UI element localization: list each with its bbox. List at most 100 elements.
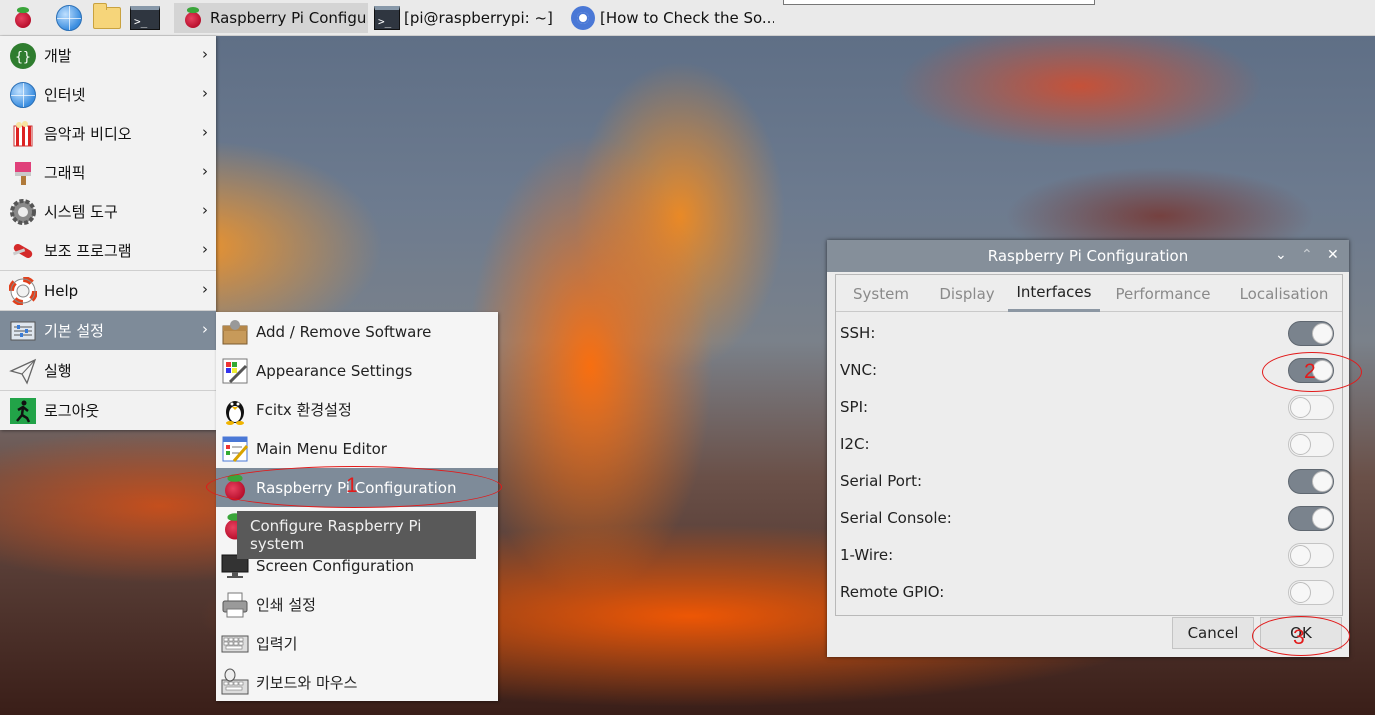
printer-icon: [220, 590, 250, 620]
programming-icon: {}: [8, 41, 38, 71]
submenu-item-print-settings[interactable]: 인쇄 설정: [216, 585, 498, 624]
paper-plane-icon: [8, 356, 38, 386]
annotation-number-1: 1: [346, 474, 358, 497]
folder-icon: [93, 3, 121, 29]
chevron-right-icon: ›: [202, 123, 208, 141]
penguin-icon: [220, 395, 250, 425]
serial-port-toggle[interactable]: [1288, 469, 1334, 494]
toggle-knob: [1290, 582, 1311, 603]
option-row-1-wire: 1-Wire:: [836, 537, 1342, 574]
option-row-remote-gpio: Remote GPIO:: [836, 574, 1342, 611]
raspberry-icon: [183, 7, 203, 29]
task-terminal[interactable]: >_ [pi@raspberrypi: ~]: [368, 3, 564, 33]
toggle-knob: [1290, 397, 1311, 418]
tab-display[interactable]: Display: [926, 275, 1008, 312]
terminal-icon: >_: [374, 6, 400, 30]
menu-item-run[interactable]: 실행: [0, 351, 216, 390]
knife-icon: [8, 236, 38, 266]
toggle-knob: [1312, 471, 1333, 492]
chevron-right-icon: ›: [202, 240, 208, 258]
remote-gpio-toggle[interactable]: [1288, 580, 1334, 605]
task-raspberry-pi-configuration[interactable]: Raspberry Pi Configu...: [174, 3, 368, 33]
main-menu: {} 개발 › 인터넷 › 음악과 비디오 › 그래픽 › 시스템 도구 › 보…: [0, 36, 216, 430]
close-icon[interactable]: ✕: [1327, 247, 1339, 263]
gear-icon: [8, 197, 38, 227]
chevron-right-icon: ›: [202, 162, 208, 180]
option-row-i2c: I2C:: [836, 426, 1342, 463]
menu-item-accessories[interactable]: 보조 프로그램 ›: [0, 231, 216, 270]
paintbrush-icon: [8, 158, 38, 188]
taskbar-edge-panel: [783, 0, 1095, 5]
option-row-spi: SPI:: [836, 389, 1342, 426]
submenu-item-appearance-settings[interactable]: Appearance Settings: [216, 351, 498, 390]
ssh-toggle[interactable]: [1288, 321, 1334, 346]
maximize-icon[interactable]: ⌃: [1301, 247, 1313, 263]
tab-system[interactable]: System: [836, 275, 926, 312]
annotation-number-2: 2: [1304, 360, 1316, 383]
window-title: Raspberry Pi Configuration: [987, 247, 1189, 265]
window-titlebar[interactable]: Raspberry Pi Configuration ⌄ ⌃ ✕: [827, 240, 1349, 272]
one-wire-toggle[interactable]: [1288, 543, 1334, 568]
menu-item-help[interactable]: Help ›: [0, 271, 216, 310]
internet-globe-icon: [56, 5, 82, 31]
menu-item-programming[interactable]: {} 개발 ›: [0, 36, 216, 75]
menu-editor-icon: [220, 434, 250, 464]
menu-item-graphics[interactable]: 그래픽 ›: [0, 153, 216, 192]
raspberry-menu-button[interactable]: [8, 4, 38, 32]
taskbar: >_ Raspberry Pi Configu... >_ [pi@raspbe…: [0, 0, 1375, 36]
chevron-right-icon: ›: [202, 280, 208, 298]
task-label: [How to Check the So...: [600, 9, 774, 27]
internet-globe-icon: [10, 81, 36, 108]
task-label: Raspberry Pi Configu...: [210, 9, 368, 27]
submenu-item-main-menu-editor[interactable]: Main Menu Editor: [216, 429, 498, 468]
terminal-launcher[interactable]: >_: [130, 4, 160, 32]
i2c-toggle[interactable]: [1288, 432, 1334, 457]
toggle-knob: [1290, 434, 1311, 455]
option-row-serial-port: Serial Port:: [836, 463, 1342, 500]
menu-item-preferences[interactable]: 기본 설정 ›: [0, 311, 216, 350]
tab-performance[interactable]: Performance: [1100, 275, 1226, 312]
chromium-icon: [571, 6, 595, 30]
task-chromium[interactable]: [How to Check the So...: [564, 3, 774, 33]
preferences-icon: [8, 316, 38, 346]
chevron-right-icon: ›: [202, 84, 208, 102]
file-manager-launcher[interactable]: [92, 3, 122, 32]
minimize-icon[interactable]: ⌄: [1275, 247, 1287, 263]
svg-text:{}: {}: [15, 50, 31, 65]
annotation-number-3: 3: [1293, 626, 1305, 649]
spi-toggle[interactable]: [1288, 395, 1334, 420]
submenu-item-add-remove-software[interactable]: Add / Remove Software: [216, 312, 498, 351]
menu-item-system-tools[interactable]: 시스템 도구 ›: [0, 192, 216, 231]
submenu-item-fcitx-settings[interactable]: Fcitx 환경설정: [216, 390, 498, 429]
task-label: [pi@raspberrypi: ~]: [404, 9, 553, 27]
menu-item-internet[interactable]: 인터넷 ›: [0, 75, 216, 114]
cancel-button[interactable]: Cancel: [1172, 617, 1254, 649]
chevron-right-icon: ›: [202, 201, 208, 219]
option-row-serial-console: Serial Console:: [836, 500, 1342, 537]
raspberry-pi-configuration-window: Raspberry Pi Configuration ⌄ ⌃ ✕ System …: [827, 240, 1349, 657]
chevron-right-icon: ›: [202, 45, 208, 63]
menu-item-logout[interactable]: 로그아웃: [0, 391, 216, 430]
submenu-item-keyboard-mouse[interactable]: 키보드와 마우스: [216, 663, 498, 702]
lifebuoy-icon: [8, 276, 38, 306]
package-icon: [220, 317, 250, 347]
menu-item-sound-video[interactable]: 음악과 비디오 ›: [0, 114, 216, 153]
submenu-item-input-method[interactable]: 입력기: [216, 624, 498, 663]
tooltip: Configure Raspberry Pi system: [237, 511, 476, 559]
palette-icon: [220, 356, 250, 386]
settings-notebook: System Display Interfaces Performance Lo…: [835, 274, 1343, 616]
toggle-knob: [1290, 545, 1311, 566]
exit-icon: [8, 396, 38, 426]
terminal-icon: >_: [130, 6, 160, 30]
popcorn-icon: [8, 119, 38, 149]
toggle-knob: [1312, 323, 1333, 344]
serial-console-toggle[interactable]: [1288, 506, 1334, 531]
keyboard-icon: [220, 629, 250, 659]
option-row-ssh: SSH:: [836, 315, 1342, 352]
browser-launcher[interactable]: [54, 4, 84, 32]
tab-localisation[interactable]: Localisation: [1226, 275, 1342, 312]
toggle-knob: [1312, 508, 1333, 529]
chevron-right-icon: ›: [202, 320, 208, 338]
raspberry-icon: [13, 7, 33, 29]
tab-interfaces[interactable]: Interfaces: [1008, 275, 1100, 312]
